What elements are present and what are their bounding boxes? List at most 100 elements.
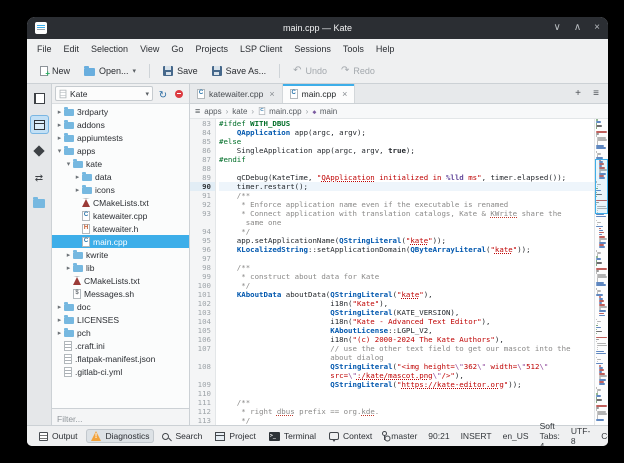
tree-item-apps[interactable]: ▾ apps [52,144,189,157]
code-line[interactable]: /** [219,398,594,407]
menu-tools[interactable]: Tools [337,42,370,56]
status-en-us[interactable]: en_US [503,431,529,441]
line-number[interactable]: 91 [190,191,215,200]
menu-help[interactable]: Help [370,42,401,56]
line-number[interactable]: 101 [190,290,215,299]
tree-item-craft-ini[interactable]: .craft.ini [52,339,189,352]
close-tab-icon[interactable]: × [269,89,274,99]
status-utf-8[interactable]: UTF-8 [571,426,590,446]
code-line[interactable]: * Enforce application name even if the e… [219,200,594,209]
line-number[interactable]: 85 [190,137,215,146]
code-line[interactable]: * construct about data for Kate [219,272,594,281]
line-number[interactable]: 86 [190,146,215,155]
line-number[interactable]: 89 [190,173,215,182]
line-number[interactable]: 95 [190,236,215,245]
minimize-button[interactable]: ∨ [554,17,561,39]
expand-arrow-icon[interactable]: ▸ [73,186,82,194]
save-as-button[interactable]: Save As... [206,63,273,79]
line-number[interactable]: 88 [190,164,215,173]
code-line[interactable]: src=\":/kate/mascot.png\"/>"), [219,371,594,380]
code-line[interactable] [219,389,594,398]
tree-item-icons[interactable]: ▸ icons [52,183,189,196]
tree-item-doc[interactable]: ▸ doc [52,300,189,313]
expand-arrow-icon[interactable]: ▸ [55,316,64,324]
status-c[interactable]: C++ [601,431,608,441]
expand-arrow-icon[interactable]: ▸ [73,173,82,181]
expand-arrow-icon[interactable]: ▸ [55,303,64,311]
tool-projects-button[interactable] [29,115,49,134]
menu-projects[interactable]: Projects [189,42,234,56]
code-line[interactable]: about dialog [219,353,594,362]
line-number[interactable]: 100 [190,281,215,290]
code-line[interactable] [219,164,594,173]
code-line[interactable]: QApplication app(argc, argv); [219,128,594,137]
expand-arrow-icon[interactable]: ▸ [64,251,73,259]
code-line[interactable]: #endif [219,155,594,164]
line-number[interactable]: 87 [190,155,215,164]
tree-item-katewaiter-h[interactable]: katewaiter.h [52,222,189,235]
line-number[interactable]: 98 [190,263,215,272]
code-line[interactable]: QStringLiteral("<img height=\"362\" widt… [219,362,594,371]
code-line[interactable]: same one [219,218,594,227]
tool-compare-button[interactable] [30,167,49,186]
tree-item-3rdparty[interactable]: ▸ 3rdparty [52,105,189,118]
line-number[interactable]: 104 [190,317,215,326]
expand-arrow-icon[interactable]: ▸ [55,329,64,337]
code-line[interactable]: i18n("(c) 2000-2024 The Kate Authors"), [219,335,594,344]
panel-toggle-output[interactable]: Output [34,429,83,443]
tree-item-kwrite[interactable]: ▸ kwrite [52,248,189,261]
code-line[interactable]: #else [219,137,594,146]
menu-edit[interactable]: Edit [58,42,86,56]
tab-main-cpp[interactable]: main.cpp × [282,84,356,103]
line-number[interactable]: 109 [190,380,215,389]
line-number[interactable] [190,353,215,362]
project-selector[interactable]: Kate ▾ [55,86,153,101]
breadcrumb-main[interactable]: main [312,107,337,116]
line-number[interactable]: 93 [190,209,215,218]
code-line[interactable]: * Connect application with translation c… [219,209,594,218]
line-number[interactable]: 90 [190,182,215,191]
tree-item-pch[interactable]: ▸ pch [52,326,189,339]
expand-arrow-icon[interactable]: ▸ [55,121,64,129]
menu-selection[interactable]: Selection [85,42,134,56]
expand-arrow-icon[interactable]: ▸ [55,108,64,116]
close-tab-icon[interactable]: × [342,89,347,99]
expand-arrow-icon[interactable]: ▸ [55,134,64,142]
line-number[interactable]: 84 [190,128,215,137]
code-line[interactable]: QStringLiteral("https://kate-editor.org"… [219,380,594,389]
tree-item-flatpak-manifest-json[interactable]: .flatpak-manifest.json [52,352,189,365]
stop-button[interactable] [172,87,186,101]
line-number[interactable]: 102 [190,299,215,308]
code-line[interactable] [219,254,594,263]
open-button[interactable]: Open... ▾ [78,63,142,79]
code-line[interactable]: /** [219,263,594,272]
tree-item-messages-sh[interactable]: Messages.sh [52,287,189,300]
line-number[interactable]: 110 [190,389,215,398]
menu-sessions[interactable]: Sessions [288,42,337,56]
line-number[interactable] [190,371,215,380]
expand-arrow-icon[interactable]: ▸ [64,264,73,272]
new-button[interactable]: New [34,63,76,79]
tab-katewaiter-cpp[interactable]: katewaiter.cpp × [190,84,283,103]
code-line[interactable]: QStringLiteral(KATE_VERSION), [219,308,594,317]
code-line[interactable]: qCDebug(KateTime, "QApplication initiali… [219,173,594,182]
line-number[interactable]: 83 [190,119,215,128]
title-bar[interactable]: main.cpp — Kate ∨ ∧ × [27,17,608,39]
panel-toggle-terminal[interactable]: Terminal [264,429,321,443]
line-number[interactable] [190,218,215,227]
line-number[interactable]: 92 [190,200,215,209]
tree-item-main-cpp[interactable]: main.cpp [52,235,189,248]
code-line[interactable]: */ [219,281,594,290]
tree-item-kate[interactable]: ▾ kate [52,157,189,170]
status-insert[interactable]: INSERT [461,431,492,441]
code-line[interactable]: KAboutData aboutData(QStringLiteral("kat… [219,290,594,299]
tree-item-katewaiter-cpp[interactable]: katewaiter.cpp [52,209,189,222]
line-number[interactable]: 106 [190,335,215,344]
code-line[interactable]: /** [219,191,594,200]
code-line[interactable]: i18n("Kate - Advanced Text Editor"), [219,317,594,326]
code-line[interactable]: #ifdef WITH_DBUS [219,119,594,128]
menu-lsp-client[interactable]: LSP Client [234,42,288,56]
code-view[interactable]: #ifdef WITH_DBUS QApplication app(argc, … [216,119,594,425]
minimap-scrollbar[interactable] [594,119,608,425]
expand-arrow-icon[interactable]: ▾ [55,147,64,155]
